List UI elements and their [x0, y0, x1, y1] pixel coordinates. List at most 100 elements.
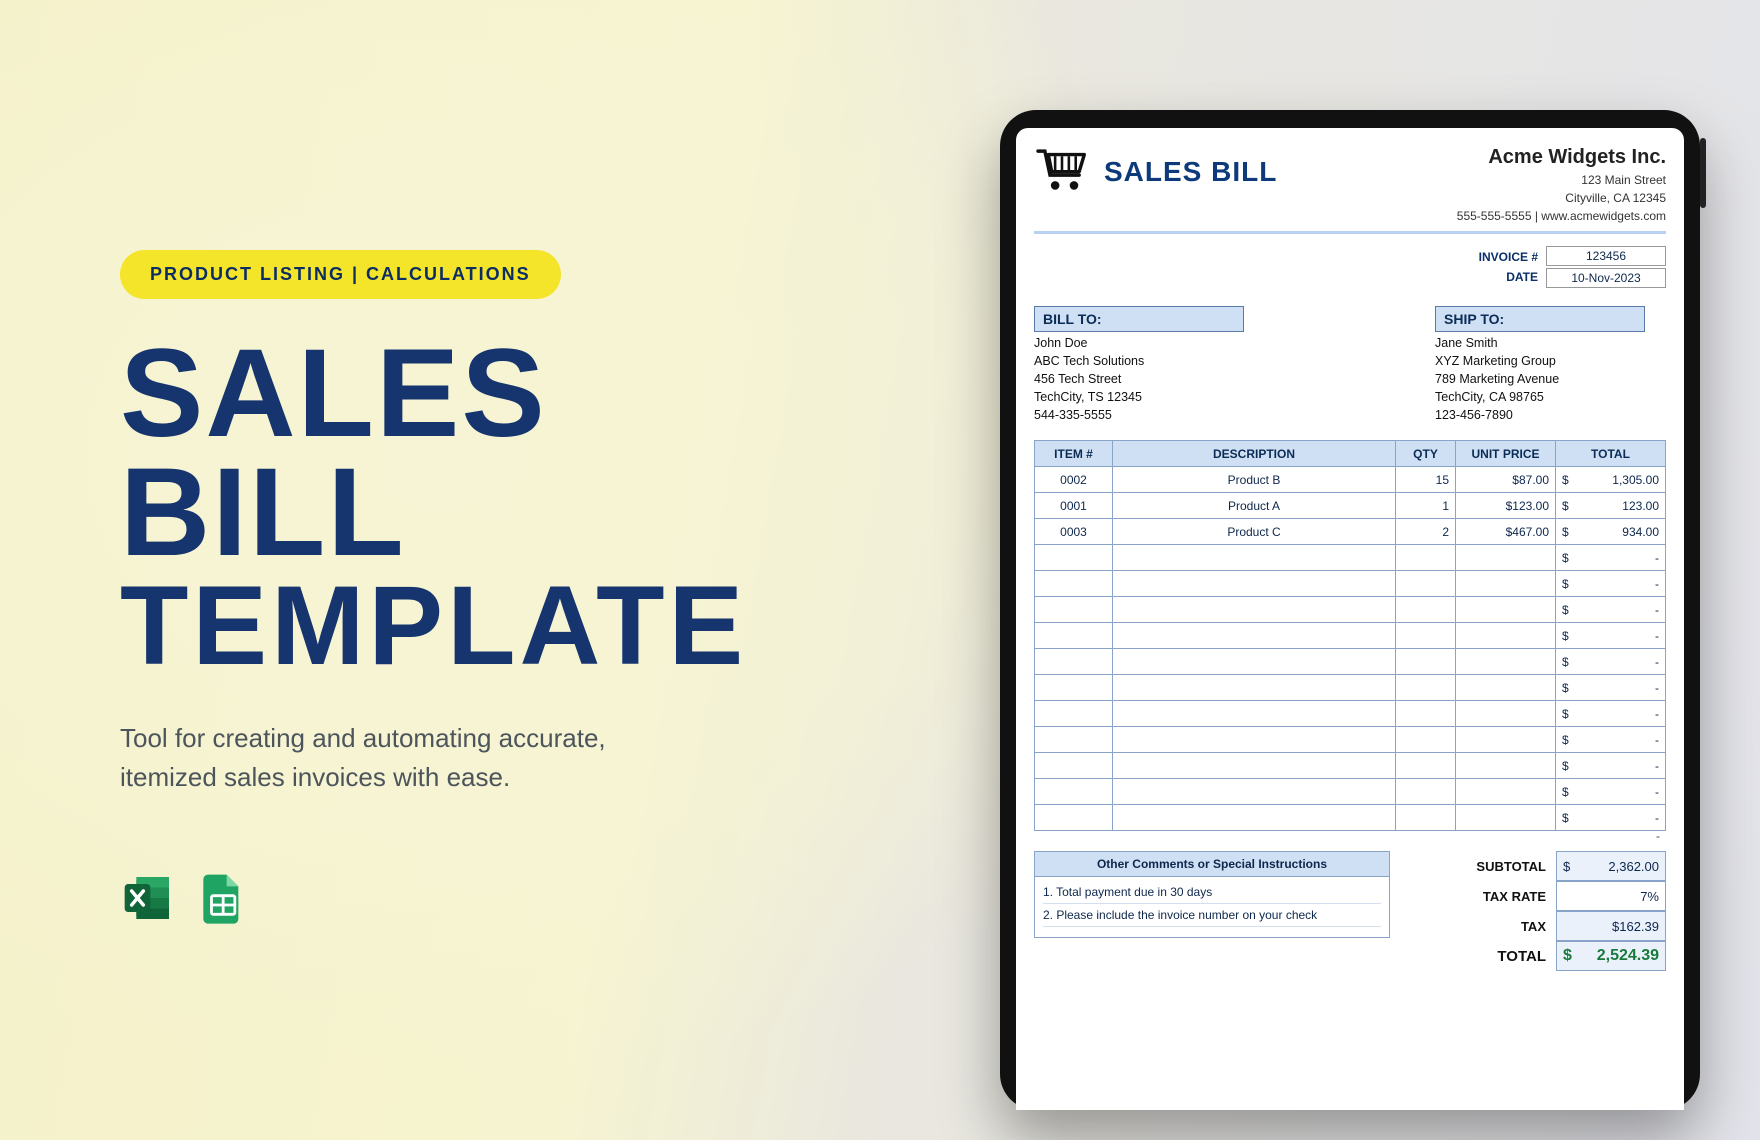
table-cell [1035, 623, 1113, 649]
table-cell [1396, 597, 1456, 623]
table-row: 0002Product B15$87.00$1,305.00 [1035, 467, 1666, 493]
table-row: $- [1035, 753, 1666, 779]
company-name: Acme Widgets Inc. [1457, 146, 1666, 169]
ship-to-street: 789 Marketing Avenue [1435, 372, 1666, 386]
table-cell [1396, 701, 1456, 727]
table-cell: 2 [1396, 519, 1456, 545]
company-contact: 555-555-5555 | www.acmewidgets.com [1457, 209, 1666, 223]
table-cell [1035, 727, 1113, 753]
table-cell [1035, 675, 1113, 701]
table-cell [1456, 701, 1556, 727]
table-cell [1396, 623, 1456, 649]
comment-line-1: 1. Total payment due in 30 days [1043, 881, 1381, 904]
col-total: TOTAL [1556, 441, 1666, 467]
table-cell [1396, 545, 1456, 571]
table-cell [1456, 805, 1556, 831]
invoice-date-label: DATE [1479, 267, 1538, 287]
table-cell: Product A [1113, 493, 1396, 519]
table-cell [1396, 727, 1456, 753]
table-cell: $87.00 [1456, 467, 1556, 493]
table-cell [1396, 779, 1456, 805]
bill-to-phone: 544-335-5555 [1034, 408, 1265, 422]
taxrate-value: 7% [1640, 889, 1659, 904]
table-cell [1035, 753, 1113, 779]
company-citystate: Cityville, CA 12345 [1457, 191, 1666, 205]
taxrate-label: TAX RATE [1406, 889, 1556, 904]
table-cell [1456, 545, 1556, 571]
bill-to-street: 456 Tech Street [1034, 372, 1265, 386]
doc-title: SALES BILL [1104, 156, 1277, 188]
table-row: $- [1035, 649, 1666, 675]
table-cell: $- [1556, 727, 1666, 753]
table-cell [1456, 649, 1556, 675]
invoice-meta: INVOICE # DATE 123456 10-Nov-2023 [1034, 246, 1666, 288]
total-label: TOTAL [1406, 948, 1556, 965]
col-desc: DESCRIPTION [1113, 441, 1396, 467]
table-cell: $- [1556, 571, 1666, 597]
table-row: $- [1035, 545, 1666, 571]
table-cell [1396, 571, 1456, 597]
table-cell [1456, 597, 1556, 623]
header-rule [1034, 231, 1666, 234]
table-row: $- [1035, 675, 1666, 701]
table-cell [1113, 545, 1396, 571]
col-item: ITEM # [1035, 441, 1113, 467]
table-row: $- [1035, 779, 1666, 805]
tablet-mockup: SALES BILL Acme Widgets Inc. 123 Main St… [1000, 110, 1700, 1110]
table-cell: $467.00 [1456, 519, 1556, 545]
table-cell [1396, 753, 1456, 779]
table-cell [1456, 753, 1556, 779]
bill-to-citystate: TechCity, TS 12345 [1034, 390, 1265, 404]
subtotal-value: 2,362.00 [1608, 859, 1659, 874]
table-cell: 0002 [1035, 467, 1113, 493]
table-cell: $123.00 [1556, 493, 1666, 519]
table-cell [1396, 675, 1456, 701]
table-cell [1035, 805, 1113, 831]
tablet-frame: SALES BILL Acme Widgets Inc. 123 Main St… [1000, 110, 1700, 1110]
table-cell: 0001 [1035, 493, 1113, 519]
bill-to-name: John Doe [1034, 336, 1265, 350]
bill-to-block: BILL TO: John Doe ABC Tech Solutions 456… [1034, 306, 1265, 422]
invoice-document: SALES BILL Acme Widgets Inc. 123 Main St… [1016, 128, 1684, 1110]
table-cell [1113, 597, 1396, 623]
invoice-date-value: 10-Nov-2023 [1546, 268, 1666, 288]
col-qty: QTY [1396, 441, 1456, 467]
table-cell [1035, 571, 1113, 597]
table-cell: 0003 [1035, 519, 1113, 545]
table-row: 0003Product C2$467.00$934.00 [1035, 519, 1666, 545]
table-row: $- [1035, 623, 1666, 649]
summary-block: SUBTOTAL $2,362.00 TAX RATE 7% TAX $162.… [1406, 851, 1666, 971]
ship-to-citystate: TechCity, CA 98765 [1435, 390, 1666, 404]
table-cell: $- [1556, 597, 1666, 623]
excel-icon [120, 870, 176, 931]
table-cell: $934.00 [1556, 519, 1666, 545]
table-cell [1456, 623, 1556, 649]
comment-line-2: 2. Please include the invoice number on … [1043, 904, 1381, 927]
table-cell: $- [1556, 623, 1666, 649]
table-cell: 1 [1396, 493, 1456, 519]
table-cell [1396, 649, 1456, 675]
table-cell [1396, 805, 1456, 831]
ship-to-head: SHIP TO: [1435, 306, 1645, 332]
company-block: Acme Widgets Inc. 123 Main Street Cityvi… [1457, 146, 1666, 223]
total-value: 2,524.39 [1597, 947, 1659, 965]
col-unit: UNIT PRICE [1456, 441, 1556, 467]
table-cell [1035, 779, 1113, 805]
table-row: $- [1035, 701, 1666, 727]
table-cell [1113, 727, 1396, 753]
comments-box: Other Comments or Special Instructions 1… [1034, 851, 1390, 938]
items-table: ITEM # DESCRIPTION QTY UNIT PRICE TOTAL … [1034, 440, 1666, 831]
table-cell [1035, 597, 1113, 623]
tax-value: $162.39 [1612, 919, 1659, 934]
table-row: $- [1035, 727, 1666, 753]
table-cell [1456, 675, 1556, 701]
promo-panel: PRODUCT LISTING | CALCULATIONS SALES BIL… [120, 250, 760, 797]
table-cell: $- [1556, 779, 1666, 805]
table-cell: Product B [1113, 467, 1396, 493]
table-lead-note: - [1034, 829, 1666, 843]
tax-label: TAX [1406, 919, 1556, 934]
table-cell [1113, 675, 1396, 701]
table-cell: $- [1556, 701, 1666, 727]
table-row: $- [1035, 571, 1666, 597]
table-cell [1456, 571, 1556, 597]
